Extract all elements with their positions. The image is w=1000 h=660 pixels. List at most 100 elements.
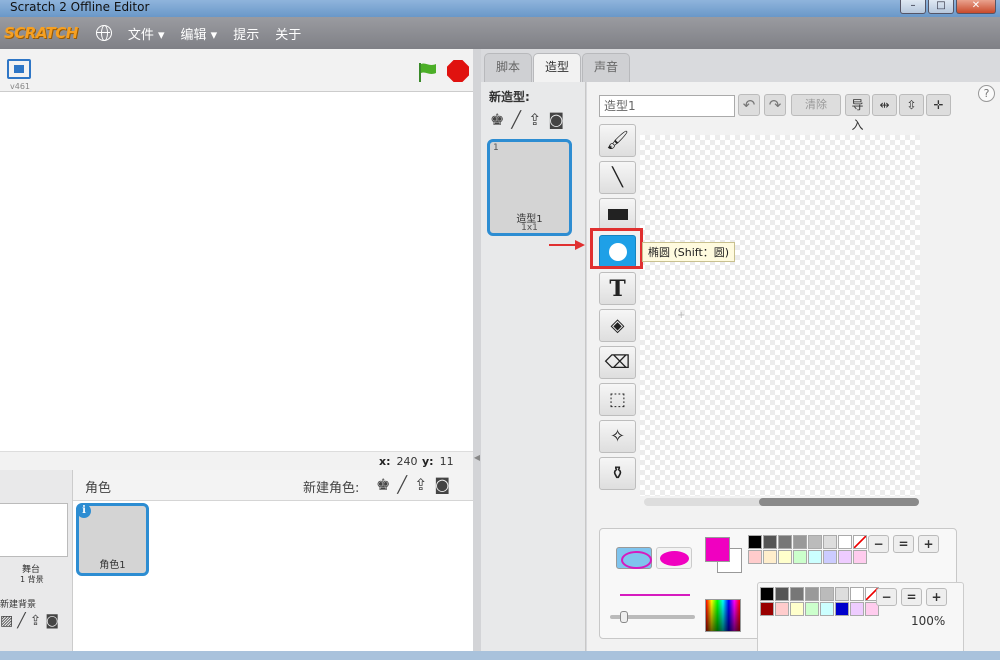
sprite-thumbnail[interactable]: i 角色1 <box>76 503 149 576</box>
line-tool[interactable]: ╲ <box>599 161 636 194</box>
swatch[interactable] <box>853 550 867 564</box>
swatch[interactable] <box>790 602 804 616</box>
camera-sprite-icon[interactable]: ◙ <box>434 475 450 494</box>
swatch[interactable] <box>823 535 837 549</box>
rectangle-icon <box>607 209 628 220</box>
menu-file[interactable]: 文件 ▾ <box>128 24 165 43</box>
scrollbar-thumb[interactable] <box>759 498 919 506</box>
swatch[interactable] <box>748 550 762 564</box>
info-icon[interactable]: i <box>77 504 91 518</box>
paint-sprite-icon[interactable]: ╱ <box>397 475 407 494</box>
costume-thumbnail[interactable]: 1 造型1 1x1 <box>487 139 572 236</box>
collapse-arrow-icon[interactable]: ◀ <box>473 453 481 467</box>
swatch[interactable] <box>823 550 837 564</box>
undo-icon[interactable]: ↶ <box>738 94 760 116</box>
stop-icon[interactable] <box>447 60 469 82</box>
line-width-slider[interactable] <box>610 611 695 623</box>
swatch[interactable] <box>760 602 774 616</box>
brush-tool[interactable]: 🖌 <box>599 124 636 157</box>
swatch[interactable] <box>820 602 834 616</box>
close-button[interactable]: ✕ <box>956 0 996 14</box>
swatch[interactable] <box>748 535 762 549</box>
swatch[interactable] <box>763 550 777 564</box>
camera-costume-icon[interactable]: ◙ <box>548 110 564 129</box>
redo-icon[interactable]: ↷ <box>764 94 786 116</box>
zoom-in-icon[interactable]: + <box>918 535 939 553</box>
language-globe-icon[interactable] <box>95 25 112 41</box>
stamp-tool[interactable]: ⚱ <box>599 457 636 490</box>
overlay-swatches <box>760 587 879 616</box>
slider-knob[interactable] <box>620 611 628 623</box>
horizontal-scrollbar[interactable] <box>644 498 919 506</box>
swatch[interactable] <box>838 550 852 564</box>
outline-ellipse-option[interactable] <box>616 547 652 569</box>
swatch[interactable] <box>808 535 822 549</box>
upload-costume-icon[interactable]: ⇪ <box>528 110 541 129</box>
stage-thumbnail[interactable] <box>0 503 68 557</box>
minimize-button[interactable]: – <box>900 0 926 14</box>
swatch[interactable] <box>835 602 849 616</box>
swatch[interactable] <box>760 587 774 601</box>
swatch[interactable] <box>793 550 807 564</box>
costume-library-icon[interactable]: ♚ <box>490 110 504 129</box>
swatch[interactable] <box>805 587 819 601</box>
green-flag-icon[interactable] <box>416 61 438 83</box>
flip-vertical-icon[interactable]: ⇳ <box>899 94 924 116</box>
swatch[interactable] <box>835 587 849 601</box>
camera-backdrop-icon[interactable]: ◙ <box>45 613 59 629</box>
mouse-coordinates: x: 240 y: 11 <box>0 452 473 470</box>
reshape-tool[interactable]: ✧ <box>599 420 636 453</box>
tab-costumes[interactable]: 造型 <box>533 53 581 83</box>
paint-backdrop-icon[interactable]: ╱ <box>17 613 25 629</box>
menu-about[interactable]: 关于 <box>275 24 301 43</box>
swatch[interactable] <box>850 587 864 601</box>
fill-tool[interactable]: ◈ <box>599 309 636 342</box>
swatch[interactable] <box>763 535 777 549</box>
zoom-reset-icon[interactable]: = <box>893 535 914 553</box>
swatch[interactable] <box>793 535 807 549</box>
swatch[interactable] <box>820 587 834 601</box>
zoom-in-icon[interactable]: + <box>926 588 947 606</box>
costume-name-input[interactable]: 造型1 <box>599 95 735 117</box>
eraser-tool[interactable]: ⌫ <box>599 346 636 379</box>
pane-divider <box>473 49 481 660</box>
swatch[interactable] <box>808 550 822 564</box>
swatch[interactable] <box>850 602 864 616</box>
zoom-reset-icon[interactable]: = <box>901 588 922 606</box>
text-tool[interactable]: T <box>599 272 636 305</box>
filled-ellipse-option[interactable] <box>656 547 692 569</box>
stage-canvas[interactable] <box>0 92 473 452</box>
zoom-out-icon[interactable]: − <box>876 588 897 606</box>
menu-tips[interactable]: 提示 <box>233 24 259 43</box>
zoom-out-icon[interactable]: − <box>868 535 889 553</box>
scratch-logo[interactable]: SCRATCH <box>4 24 78 42</box>
swatch[interactable] <box>775 602 789 616</box>
upload-sprite-icon[interactable]: ⇪ <box>414 475 427 494</box>
presentation-mode-icon[interactable] <box>7 59 31 79</box>
import-button[interactable]: 导入 <box>845 94 870 132</box>
swatch[interactable] <box>790 587 804 601</box>
paint-costume-icon[interactable]: ╱ <box>511 110 521 129</box>
swatch[interactable] <box>778 535 792 549</box>
primary-color-swatch[interactable] <box>705 537 730 562</box>
rectangle-tool[interactable] <box>599 198 636 231</box>
swatch[interactable] <box>838 535 852 549</box>
clear-button[interactable]: 清除 <box>791 94 841 116</box>
tab-scripts[interactable]: 脚本 <box>484 53 532 82</box>
swatch[interactable] <box>778 550 792 564</box>
no-color-swatch[interactable] <box>853 535 867 549</box>
menu-edit[interactable]: 编辑 ▾ <box>181 24 218 43</box>
maximize-button[interactable]: □ <box>928 0 954 14</box>
swatch[interactable] <box>805 602 819 616</box>
set-center-icon[interactable]: ✛ <box>926 94 951 116</box>
upload-backdrop-icon[interactable]: ⇪ <box>30 613 42 629</box>
backdrop-library-icon[interactable]: ▨ <box>0 613 13 629</box>
zoom-level: 100% <box>911 614 946 628</box>
swatch[interactable] <box>775 587 789 601</box>
tab-sounds[interactable]: 声音 <box>582 53 630 82</box>
color-picker-gradient[interactable] <box>705 599 741 632</box>
sprite-library-icon[interactable]: ♚ <box>376 475 390 494</box>
flip-horizontal-icon[interactable]: ⇹ <box>872 94 897 116</box>
select-tool[interactable]: ⬚ <box>599 383 636 416</box>
help-icon[interactable]: ? <box>978 85 995 102</box>
